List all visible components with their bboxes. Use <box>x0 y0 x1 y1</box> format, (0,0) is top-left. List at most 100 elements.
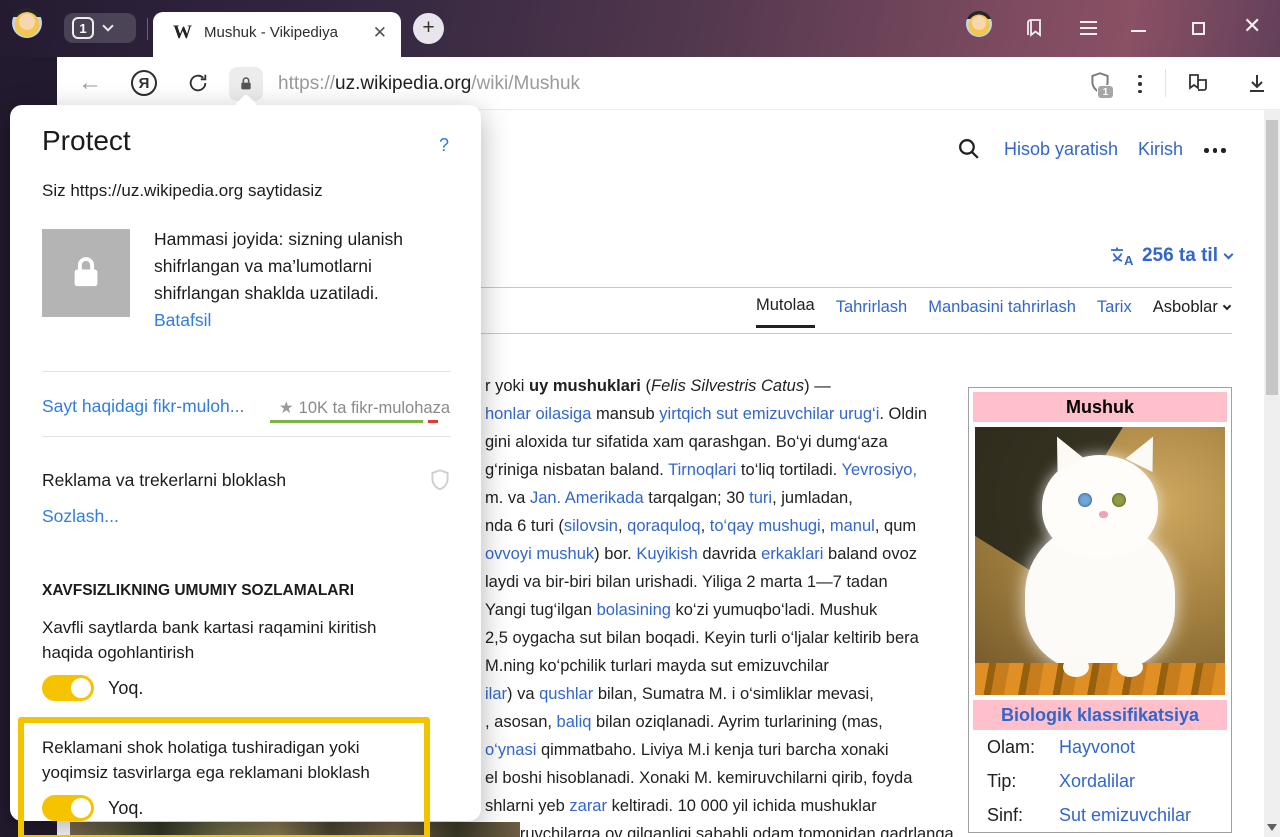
address-bar[interactable]: https://uz.wikipedia.org/wiki/Mushuk <box>278 73 580 95</box>
toolbar-more-icon[interactable] <box>1137 71 1143 97</box>
toolbar-separator <box>1165 69 1166 97</box>
article-text: ) va <box>507 685 539 703</box>
article-text: keltiradi. 10 000 yil ichida mushuklar <box>607 797 877 815</box>
bookmarks-icon[interactable] <box>1023 16 1047 40</box>
tab-group-chip[interactable]: 1 <box>64 13 136 43</box>
article-text: 2,5 oygacha sut bilan boqadi. Keyin turl… <box>485 629 919 647</box>
article-text: r yoki <box>485 377 529 395</box>
toggle-state-label: Yoq. <box>108 798 143 819</box>
lock-icon <box>42 229 130 317</box>
article-text: gini aloxida tur sifatida xam qarashgan.… <box>485 433 888 451</box>
article-link[interactable]: Kuyikish <box>636 545 697 563</box>
create-account-link[interactable]: Hisob yaratish <box>1004 139 1118 160</box>
details-link[interactable]: Batafsil <box>154 310 211 331</box>
toggle-row: Yoq. <box>42 675 449 701</box>
profile-avatar[interactable] <box>12 8 42 38</box>
scrollbar-thumb[interactable] <box>1266 120 1278 395</box>
article-line: gini aloxida tur sifatida xam qarashgan.… <box>485 428 953 456</box>
shield-outline-icon <box>427 467 453 493</box>
article-link[interactable]: erkaklari <box>761 545 823 563</box>
infobox-rows: Olam:HayvonotTip:XordalilarSinf:Sut emiz… <box>973 730 1227 832</box>
download-icon[interactable] <box>1243 69 1271 97</box>
infobox-row-link[interactable]: Hayvonot <box>1059 737 1135 758</box>
article-line: 2,5 oygacha sut bilan boqadi. Keyin turl… <box>485 624 953 652</box>
article-link[interactable]: baliq <box>557 713 592 731</box>
rating-bar <box>270 420 438 423</box>
article-text: , <box>701 517 710 535</box>
article-link[interactable]: qoraquloq <box>627 517 700 535</box>
article-link[interactable]: zarar <box>569 797 607 815</box>
protect-badge-count: 1 <box>1097 85 1114 99</box>
article-link[interactable]: silovsin <box>564 517 618 535</box>
cat-eye-green <box>1112 493 1126 507</box>
yandex-icon[interactable]: Я <box>131 70 157 96</box>
maximize-button[interactable] <box>1192 22 1205 35</box>
article-link[interactable]: honlar oilasiga <box>485 405 591 423</box>
article-link[interactable]: yirtqich sut emizuvchilar urug‘i <box>659 405 879 423</box>
article-line: el boshi hisoblanadi. Xonaki M. kemiruvc… <box>485 764 953 792</box>
chevron-down-icon <box>1223 302 1231 310</box>
search-icon[interactable] <box>956 136 981 161</box>
article-text: ko‘zi yumuqbo‘ladi. Mushuk <box>671 601 877 619</box>
site-feedback-link[interactable]: Sayt haqidagi fikr-muloh... <box>42 396 244 417</box>
close-button[interactable]: ✕ <box>1243 13 1261 39</box>
language-selector[interactable]: A 256 ta til <box>1109 245 1232 267</box>
article-text: , jumladan, <box>772 489 853 507</box>
toggle-switch-on[interactable] <box>42 795 94 821</box>
page-scrollbar[interactable] <box>1264 110 1280 837</box>
sync-avatar[interactable] <box>966 11 992 37</box>
article-text: ) bor. <box>594 545 636 563</box>
article-link[interactable]: manul <box>830 517 875 535</box>
cat-nose <box>1099 511 1108 518</box>
infobox-row-link[interactable]: Sut emizuvchilar <box>1059 805 1191 826</box>
article-line: , asosan, baliq bilan oziqlanadi. Ayrim … <box>485 708 953 736</box>
article-line: o‘ynasi qimmatbaho. Liviya M.i kenja tur… <box>485 736 953 764</box>
article-link[interactable]: ovvoyi mushuk <box>485 545 594 563</box>
wiki-tab-mutolaa[interactable]: Mutolaa <box>756 296 815 328</box>
protect-help-link[interactable]: ? <box>439 135 449 156</box>
article-text: kemiruvchilarga ov qilganligi sababli od… <box>485 825 953 837</box>
article-link[interactable]: Yevrosiyo, <box>842 461 918 479</box>
article-link[interactable]: ilar <box>485 685 507 703</box>
article-text: Yangi tug‘ilgan <box>485 601 597 619</box>
article-text: M.ning ko‘pchilik turlari mayda sut emiz… <box>485 657 829 675</box>
article-text: m. va <box>485 489 530 507</box>
refresh-button[interactable] <box>185 70 211 96</box>
tab-close-icon[interactable]: ✕ <box>373 24 387 41</box>
wiki-tab-tarix[interactable]: Tarix <box>1097 296 1132 328</box>
wiki-tab-label: Asboblar <box>1153 298 1218 317</box>
menu-icon[interactable] <box>1080 21 1097 39</box>
article-link[interactable]: turi <box>749 489 772 507</box>
article-link[interactable]: Jan. Amerikada <box>530 489 644 507</box>
article-text: bilan, Sumatra M. i o‘simliklar mevasi, <box>593 685 874 703</box>
protect-panel: Protect ? Siz https://uz.wikipedia.org s… <box>10 105 481 821</box>
scrollbar-down-arrow[interactable] <box>1267 824 1277 831</box>
article-link[interactable]: to‘qay mushugi <box>710 517 821 535</box>
new-tab-button[interactable]: + <box>413 13 444 44</box>
wiki-tab-asboblar[interactable]: Asboblar <box>1153 296 1230 328</box>
article-link[interactable]: o‘ynasi <box>485 741 536 759</box>
browser-window: 1 W Mushuk - Vikipediya ✕ + ✕ ← Я <box>0 0 1280 837</box>
minimize-button[interactable] <box>1131 30 1146 32</box>
toggle-label: Reklamani shok holatiga tushiradigan yok… <box>42 735 406 785</box>
login-link[interactable]: Kirish <box>1138 139 1183 160</box>
article-link[interactable]: qushlar <box>539 685 593 703</box>
infobox-row-label: Tip: <box>987 771 1059 792</box>
toggle-switch-on[interactable] <box>42 675 94 701</box>
wiki-tab-tahrirlash[interactable]: Tahrirlash <box>836 296 908 328</box>
tab-group-count: 1 <box>72 17 94 39</box>
adblock-settings-link[interactable]: Sozlash... <box>42 506 119 527</box>
collections-icon[interactable] <box>1183 69 1213 99</box>
article-link[interactable]: bolasining <box>597 601 671 619</box>
more-menu-icon[interactable] <box>1204 148 1226 153</box>
rating-summary: ★10K ta fikr-mulohaza <box>279 398 450 418</box>
browser-tab[interactable]: W Mushuk - Vikipediya ✕ <box>153 12 401 57</box>
infobox-row-link[interactable]: Xordalilar <box>1059 771 1135 792</box>
kitten-photo[interactable] <box>975 427 1225 695</box>
divider <box>42 371 451 372</box>
article-link[interactable]: Tirnoqlari <box>668 461 736 479</box>
wiki-tab-manbasini-tahrirlash[interactable]: Manbasini tahrirlash <box>928 296 1076 328</box>
article-text: nda 6 turi ( <box>485 517 564 535</box>
back-button[interactable]: ← <box>76 69 104 97</box>
wiki-tab-label: Manbasini tahrirlash <box>928 298 1076 317</box>
